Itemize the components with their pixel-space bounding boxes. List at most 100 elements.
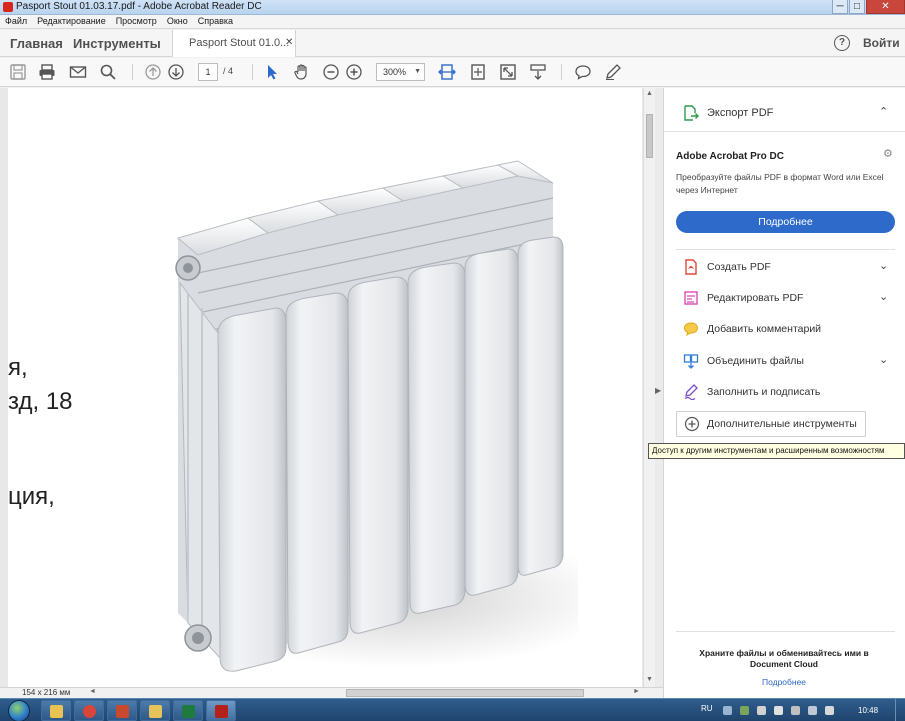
menu-view[interactable]: Просмотр — [111, 15, 162, 28]
tray-icon[interactable] — [791, 706, 800, 715]
document-viewer[interactable]: я, зд, 18 ция, ▲ ▼ — [0, 88, 655, 687]
menu-help[interactable]: Справка — [193, 15, 238, 28]
tray-icon[interactable] — [757, 706, 766, 715]
scrollbar-thumb[interactable] — [646, 114, 653, 158]
tray-icon[interactable] — [825, 706, 834, 715]
tab-home[interactable]: Главная — [10, 36, 63, 51]
acrobat-app-icon — [3, 2, 13, 12]
prev-page-icon[interactable] — [143, 62, 163, 82]
pdf-page: я, зд, 18 ция, — [8, 88, 642, 687]
language-indicator[interactable]: RU — [701, 704, 713, 713]
taskbar-chrome[interactable] — [74, 700, 104, 721]
tool-create-pdf[interactable]: Создать PDF ⌄ — [664, 256, 905, 280]
page-total: / 4 — [223, 66, 234, 76]
menu-bar: Файл Редактирование Просмотр Окно Справк… — [0, 15, 905, 29]
promo-description: Преобразуйте файлы PDF в формат Word или… — [676, 172, 884, 195]
taskbar-explorer[interactable] — [41, 700, 71, 721]
maximize-button[interactable]: □ — [849, 0, 865, 14]
tool-add-comment[interactable]: Добавить комментарий — [664, 318, 905, 342]
comment-icon[interactable] — [573, 62, 593, 82]
tooltip: Доступ к другим инструментам и расширенн… — [648, 443, 905, 459]
page-number-input[interactable]: 1 — [198, 63, 218, 81]
taskbar-excel[interactable] — [173, 700, 203, 721]
tray-icon[interactable] — [723, 706, 732, 715]
scroll-right-icon[interactable]: ► — [633, 688, 640, 695]
taskbar-acrobat[interactable] — [206, 700, 236, 721]
print-icon[interactable] — [37, 62, 57, 82]
radiator-image — [175, 160, 578, 672]
horizontal-scrollbar-thumb[interactable] — [346, 689, 584, 697]
chevron-right-icon: ▶ — [655, 386, 662, 395]
edit-pdf-icon — [684, 291, 698, 305]
learn-more-button[interactable]: Подробнее — [676, 211, 895, 233]
tools-pane: Экспорт PDF ⌃ Adobe Acrobat Pro DC ⚙ Пре… — [663, 88, 905, 698]
create-pdf-icon — [685, 259, 697, 275]
chevron-down-icon: ▼ — [414, 68, 421, 75]
export-pdf-label: Экспорт PDF — [707, 107, 774, 119]
fit-width-icon[interactable] — [437, 62, 457, 82]
promo-title: Adobe Acrobat Pro DC — [676, 151, 784, 162]
show-desktop-button[interactable] — [895, 699, 905, 721]
search-icon[interactable] — [98, 62, 118, 82]
zoom-select[interactable]: 300% ▼ — [376, 63, 425, 81]
tab-document[interactable]: Pasport Stout 01.0... ✕ — [172, 30, 296, 57]
clock[interactable]: 10:48 — [858, 706, 878, 715]
window-title: Pasport Stout 01.03.17.pdf - Adobe Acrob… — [16, 1, 262, 12]
document-cloud-text: Храните файлы и обменивайтесь ими в Docu… — [699, 648, 869, 669]
start-button[interactable] — [8, 700, 30, 721]
minimize-button[interactable]: ─ — [832, 0, 848, 14]
help-icon[interactable]: ? — [834, 35, 850, 51]
menu-window[interactable]: Окно — [162, 15, 193, 28]
plus-circle-icon — [684, 416, 700, 432]
scroll-mode-icon[interactable] — [528, 62, 548, 82]
tool-edit-pdf[interactable]: Редактировать PDF ⌄ — [664, 287, 905, 311]
chevron-down-icon[interactable]: ⌄ — [879, 353, 888, 366]
next-page-icon[interactable] — [166, 62, 186, 82]
combine-files-icon — [683, 354, 699, 369]
fullscreen-icon[interactable] — [498, 62, 518, 82]
scroll-up-icon[interactable]: ▲ — [646, 90, 653, 97]
chrome-icon — [83, 705, 96, 718]
zoom-in-icon[interactable] — [344, 62, 364, 82]
volume-icon[interactable] — [808, 706, 817, 715]
chevron-down-icon[interactable]: ⌄ — [879, 290, 888, 303]
chevron-up-icon[interactable]: ⌃ — [879, 105, 888, 118]
divider — [676, 249, 895, 250]
taskbar-app[interactable] — [107, 700, 137, 721]
tab-tools[interactable]: Инструменты — [73, 36, 161, 51]
more-tools-button[interactable]: Дополнительные инструменты — [676, 411, 866, 437]
chevron-down-icon[interactable]: ⌄ — [879, 259, 888, 272]
menu-file[interactable]: Файл — [0, 15, 32, 28]
page-text-line: ция, — [8, 483, 55, 510]
scroll-down-icon[interactable]: ▼ — [646, 676, 653, 683]
settings-icon[interactable]: ⚙ — [883, 147, 893, 160]
network-icon[interactable] — [774, 706, 783, 715]
select-cursor-icon[interactable] — [262, 62, 282, 82]
app-icon — [116, 705, 129, 718]
toolbar: 1 / 4 300% ▼ — [0, 58, 905, 87]
menu-edit[interactable]: Редактирование — [32, 15, 111, 28]
fit-page-icon[interactable] — [468, 62, 488, 82]
hand-icon[interactable] — [292, 62, 312, 82]
taskbar-folder[interactable] — [140, 700, 170, 721]
toolbar-separator — [132, 64, 133, 80]
save-icon[interactable] — [8, 62, 28, 82]
pen-icon[interactable] — [603, 62, 623, 82]
right-pane-toggle[interactable]: ▶ — [655, 88, 663, 687]
top-nav: Главная Инструменты Pasport Stout 01.0..… — [0, 30, 905, 57]
email-icon[interactable] — [68, 62, 88, 82]
vertical-scrollbar[interactable]: ▲ ▼ — [643, 88, 655, 687]
tool-label: Создать PDF — [707, 261, 771, 273]
close-tab-icon[interactable]: ✕ — [285, 37, 293, 48]
status-bar: 154 x 216 мм ◄ ► — [0, 687, 663, 698]
export-pdf-header[interactable]: Экспорт PDF ⌃ — [664, 88, 905, 132]
tool-combine-files[interactable]: Объединить файлы ⌄ — [664, 350, 905, 374]
tray-icon[interactable] — [740, 706, 749, 715]
divider — [676, 631, 895, 632]
close-button[interactable]: ✕ — [866, 0, 905, 14]
tool-fill-sign[interactable]: Заполнить и подписать — [664, 381, 905, 405]
learn-more-link[interactable]: Подробнее — [684, 677, 884, 687]
zoom-out-icon[interactable] — [321, 62, 341, 82]
scroll-left-icon[interactable]: ◄ — [89, 688, 96, 695]
sign-in-button[interactable]: Войти — [863, 36, 900, 50]
